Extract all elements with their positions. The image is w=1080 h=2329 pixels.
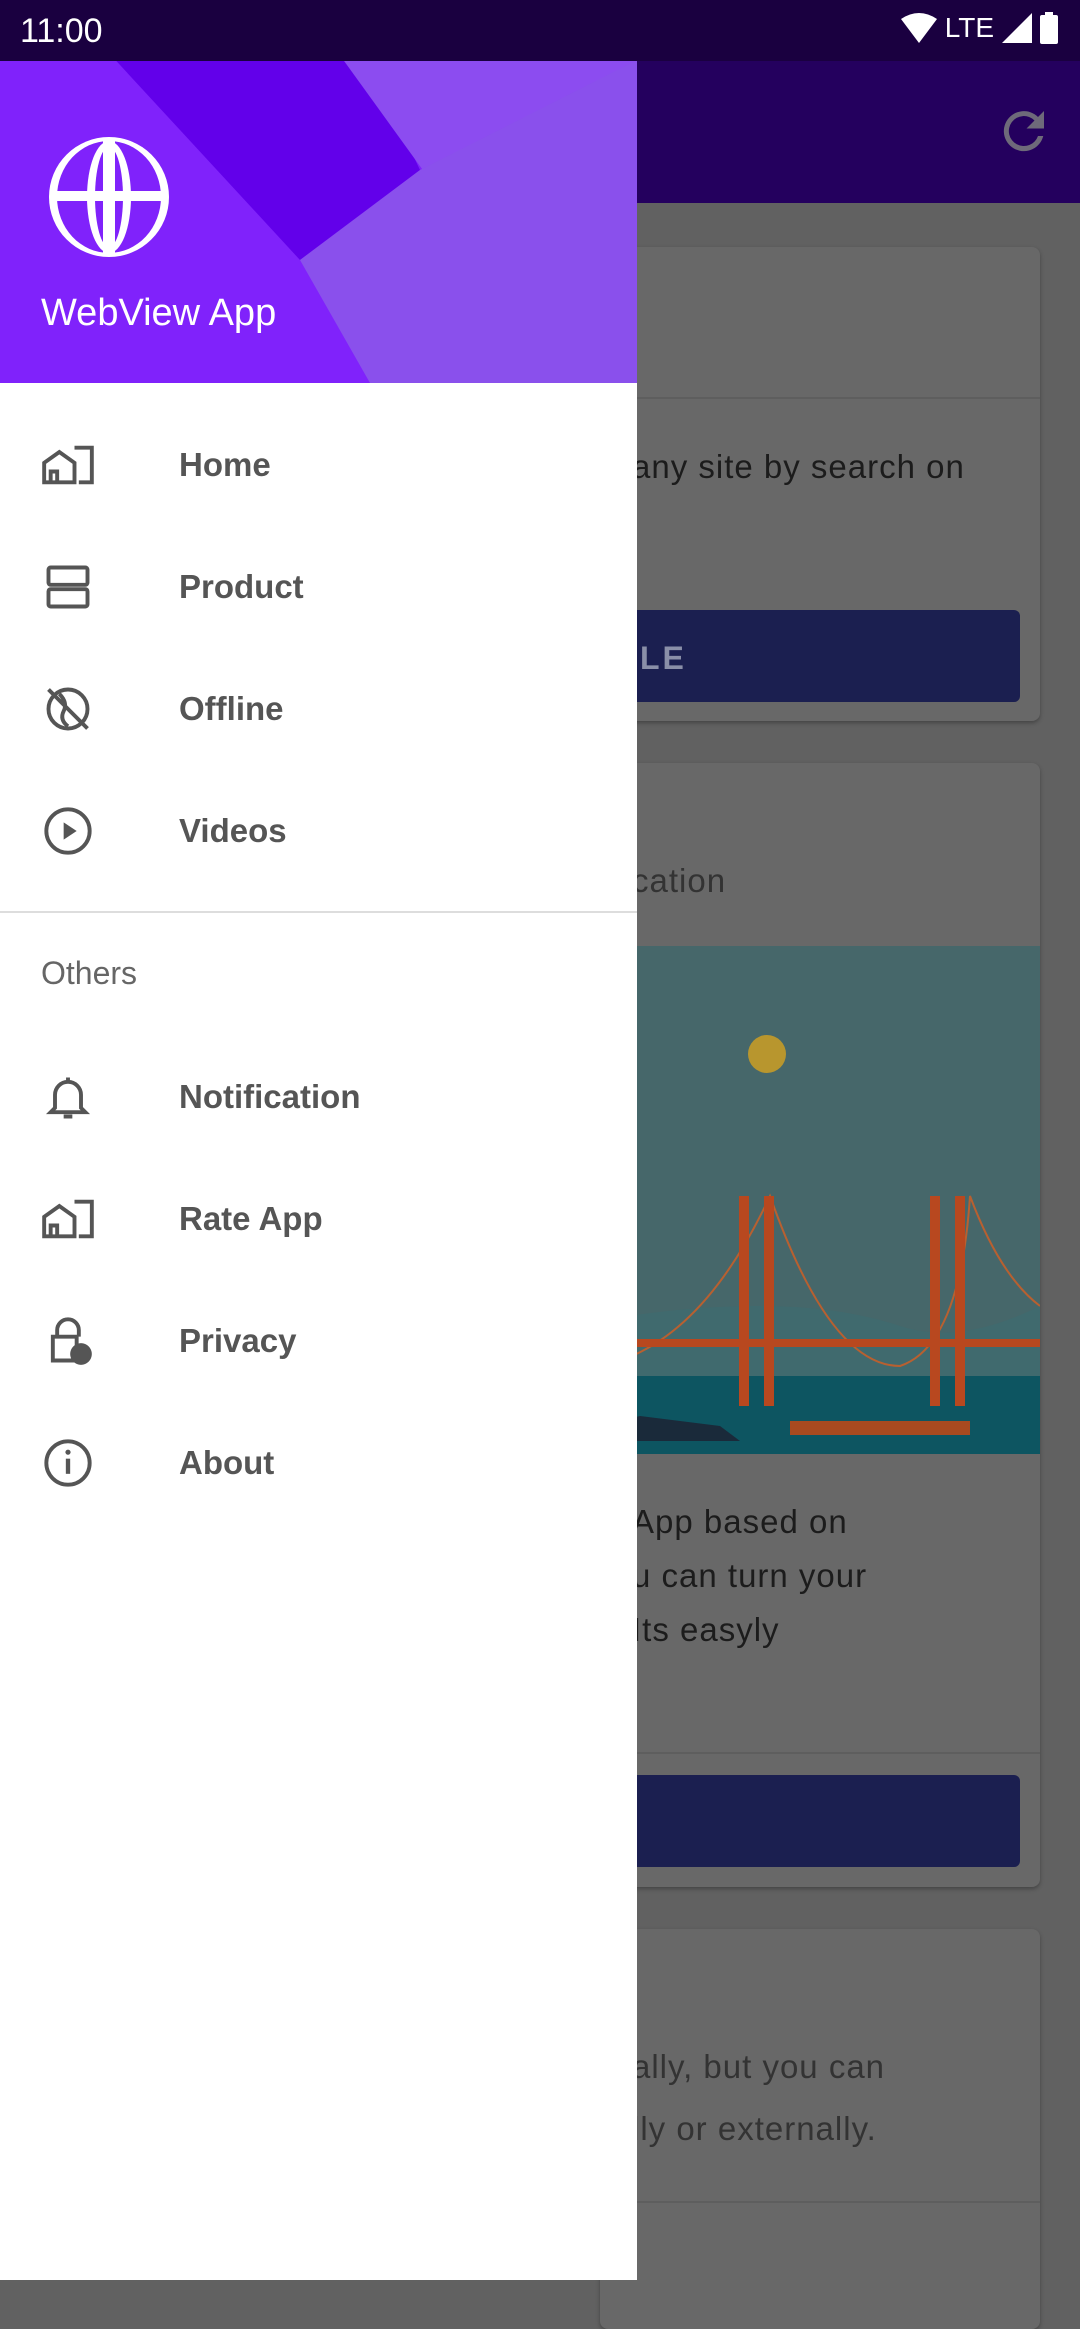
drawer-item-label: Offline xyxy=(179,690,284,727)
drawer-item-label: About xyxy=(179,1444,275,1481)
content-card-2: cation App based on u can turn your Its … xyxy=(600,763,1040,1887)
status-bar: 11:00 LTE xyxy=(0,0,1080,61)
drawer-item-notification[interactable]: Notification xyxy=(0,1036,637,1158)
product-list-icon xyxy=(46,565,90,609)
home-building-icon xyxy=(42,445,94,485)
card-line: Its easyly xyxy=(632,1611,780,1648)
drawer-item-label: Product xyxy=(179,568,304,605)
drawer-item-label: Home xyxy=(179,446,271,483)
drawer-item-label: Privacy xyxy=(179,1322,297,1359)
globe-logo-icon xyxy=(49,137,169,257)
bell-icon xyxy=(45,1077,91,1119)
lock-person-icon xyxy=(50,1317,92,1365)
card-button[interactable] xyxy=(620,1775,1020,1867)
drawer-item-offline[interactable]: Offline xyxy=(0,648,637,770)
content-card-1: any site by search on LE xyxy=(600,247,1040,721)
refresh-icon[interactable] xyxy=(994,101,1054,161)
navigation-drawer: WebView App Home Product Offline Videos … xyxy=(0,0,637,2280)
info-icon xyxy=(44,1439,92,1487)
card-line: lly or externally. xyxy=(632,2110,877,2147)
card-title: cation xyxy=(632,862,727,899)
card-button[interactable]: LE xyxy=(620,610,1020,702)
wifi-icon xyxy=(900,13,937,43)
signal-icon xyxy=(1002,13,1032,43)
drawer-item-label: Notification xyxy=(179,1078,361,1115)
drawer-divider xyxy=(0,911,637,913)
card-line: u can turn your xyxy=(632,1557,868,1594)
section-title-others: Others xyxy=(41,955,138,991)
drawer-item-product[interactable]: Product xyxy=(0,526,637,648)
drawer-item-label: Rate App xyxy=(179,1200,323,1237)
drawer-item-privacy[interactable]: Privacy xyxy=(0,1280,637,1402)
content-card-3: ally, but you can lly or externally. xyxy=(600,1929,1040,2329)
status-time: 11:00 xyxy=(20,12,103,50)
home-building-icon xyxy=(42,1199,94,1239)
drawer-item-rate-app[interactable]: Rate App xyxy=(0,1158,637,1280)
network-type: LTE xyxy=(944,12,994,43)
card-text: any site by search on xyxy=(632,448,965,485)
drawer-item-videos[interactable]: Videos xyxy=(0,770,637,892)
app-title: WebView App xyxy=(41,292,277,334)
drawer-item-label: Videos xyxy=(179,812,287,849)
card-line: ally, but you can xyxy=(632,2048,886,2085)
offline-globe-icon xyxy=(46,687,90,731)
bridge-illustration xyxy=(600,946,1040,1454)
play-circle-icon xyxy=(44,807,92,855)
drawer-item-about[interactable]: About xyxy=(0,1402,637,1524)
card-line: App based on xyxy=(632,1503,848,1540)
drawer-item-home[interactable]: Home xyxy=(0,404,637,526)
battery-icon xyxy=(1040,12,1058,44)
